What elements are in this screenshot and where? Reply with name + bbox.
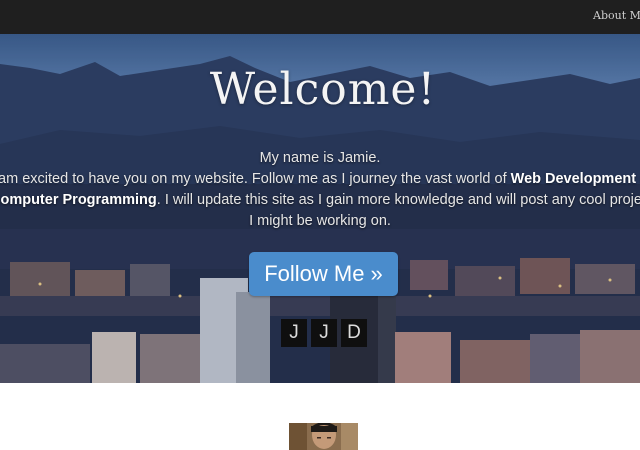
intro-line-2: I am excited to have you on my website. … bbox=[0, 169, 640, 190]
intro-text-segment: . I will update this site as I gain more… bbox=[156, 192, 640, 208]
intro-line: My name is Jamie. bbox=[259, 150, 381, 166]
profile-photo-icon bbox=[289, 423, 358, 450]
hero-title: Welcome! bbox=[209, 64, 437, 115]
hero-section: Welcome! My name is Jamie. I am excited … bbox=[0, 34, 640, 383]
profile-avatar bbox=[289, 423, 358, 450]
jjd-logo: J J D bbox=[281, 319, 367, 347]
nav-link-about-me[interactable]: About Me bbox=[593, 9, 640, 22]
top-navbar: About Me bbox=[0, 0, 640, 34]
web-development-emphasis: Web Development bbox=[510, 171, 637, 187]
logo-letter-block: J bbox=[311, 319, 337, 347]
intro-line-4: I might be working on. bbox=[249, 213, 391, 229]
logo-letter-block: J bbox=[281, 319, 307, 347]
logo-letter-block: D bbox=[341, 319, 367, 347]
intro-text-segment: I am excited to have you on my website. … bbox=[0, 171, 511, 187]
follow-me-button[interactable]: Follow Me » bbox=[249, 252, 398, 296]
intro-text-segment: and bbox=[636, 171, 640, 187]
computer-programming-emphasis: Computer Programming bbox=[0, 192, 157, 208]
intro-line-3: Computer Programming. I will update this… bbox=[0, 190, 640, 211]
hero-intro-text: My name is Jamie. I am excited to have y… bbox=[0, 148, 640, 232]
